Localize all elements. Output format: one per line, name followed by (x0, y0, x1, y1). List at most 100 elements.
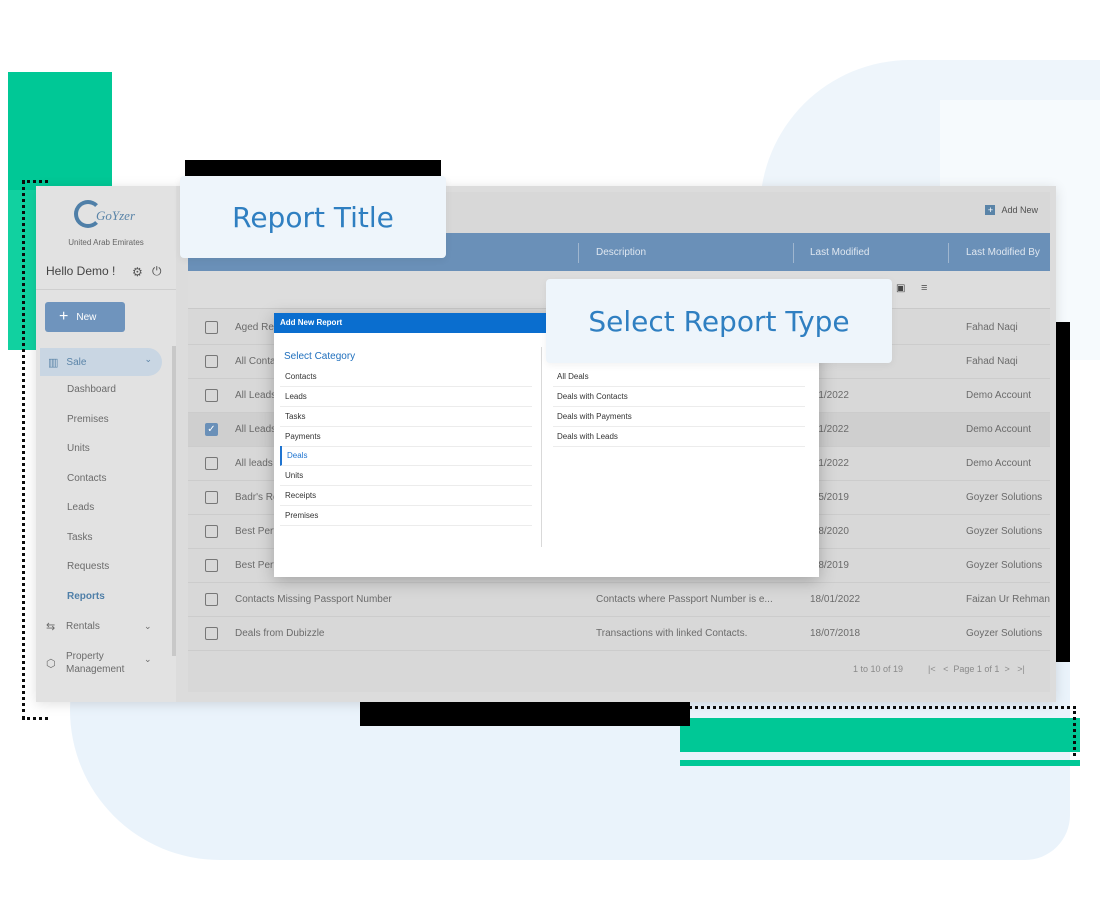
row-checkbox[interactable] (205, 627, 218, 640)
column-description[interactable]: Description (596, 247, 646, 258)
chevron-down-icon: ⌄ (144, 621, 152, 631)
column-last-modified[interactable]: Last Modified (810, 247, 869, 258)
next-page-button[interactable]: > (1004, 664, 1009, 674)
row-checkbox[interactable] (205, 593, 218, 606)
sidebar-item-label: Rentals (66, 621, 100, 632)
cell-title[interactable]: All Leads (235, 424, 276, 435)
report-type-deals-with-contacts[interactable]: Deals with Contacts (553, 387, 805, 407)
divider (36, 289, 176, 290)
select-report-type-callout: Select Report Type (546, 279, 892, 363)
category-heading: Select Category (284, 351, 356, 362)
handshake-icon: ⇆ (46, 621, 56, 633)
column-separator (578, 243, 579, 263)
cell-title[interactable]: All leads (235, 458, 273, 469)
row-checkbox[interactable] (205, 559, 218, 572)
cell-title[interactable]: Best Perf (235, 560, 276, 571)
cell-title[interactable]: Best Perf (235, 526, 276, 537)
decorative-block (360, 698, 690, 726)
decorative-line (680, 760, 1080, 766)
add-new-label: Add New (1001, 205, 1038, 215)
gear-icon[interactable]: ⚙ (132, 265, 143, 279)
plus-icon: + (985, 205, 996, 215)
cell-modified-by: Demo Account (966, 458, 1032, 469)
add-new-button[interactable]: + Add New (985, 205, 1038, 215)
category-item-units[interactable]: Units (280, 466, 532, 486)
cell-last-modified: 18/07/2018 (810, 628, 861, 639)
cell-modified-by: Goyzer Solutions (966, 492, 1043, 503)
sidebar-item-requests[interactable]: Requests (67, 561, 109, 572)
cell-title[interactable]: Deals from Dubizzle (235, 628, 324, 639)
category-item-payments[interactable]: Payments (280, 427, 532, 447)
record-count: 1 to 10 of 19 (853, 664, 904, 674)
sidebar-scrollbar[interactable] (172, 346, 176, 656)
plus-icon: + (59, 308, 69, 325)
pagination: 1 to 10 of 19 |< < Page 1 of 1 > >| (188, 654, 1050, 684)
category-item-deals[interactable]: Deals (280, 446, 532, 466)
greeting: Hello Demo ! (46, 264, 116, 278)
first-page-button[interactable]: |< (928, 664, 936, 674)
column-separator (948, 243, 949, 263)
sidebar-item-label: Sale (66, 356, 87, 368)
sidebar-item-label: Property Management (66, 651, 125, 675)
sidebar-item-sale[interactable]: ▥ Sale ⌄ (40, 348, 162, 376)
category-item-premises[interactable]: Premises (280, 506, 532, 526)
prev-page-button[interactable]: < (943, 664, 948, 674)
logo: GoYzer (74, 200, 144, 236)
cell-last-modified: 18/01/2022 (810, 594, 861, 605)
category-item-tasks[interactable]: Tasks (280, 407, 532, 427)
bar-chart-icon: ▥ (48, 356, 59, 369)
last-page-button[interactable]: >| (1017, 664, 1025, 674)
calendar-icon[interactable]: ▣ (896, 283, 905, 294)
divider (541, 347, 542, 547)
table-row[interactable]: Deals from Dubizzle Transactions with li… (188, 617, 1050, 651)
column-last-modified-by[interactable]: Last Modified By (966, 247, 1040, 258)
report-title-callout: Report Title (180, 176, 446, 258)
page-indicator: Page 1 of 1 (953, 664, 1000, 674)
sidebar-item-units[interactable]: Units (67, 443, 90, 454)
row-checkbox[interactable] (205, 525, 218, 538)
row-checkbox[interactable] (205, 491, 218, 504)
sidebar-item-premises[interactable]: Premises (67, 414, 109, 425)
decorative-dots (684, 706, 1076, 756)
cell-description: Contacts where Passport Number is e... (596, 594, 773, 605)
sidebar-item-property-management[interactable]: ⬡ Property Management ⌄ (46, 650, 152, 676)
cell-title[interactable]: All Conta (235, 356, 276, 367)
sidebar: GoYzer United Arab Emirates Hello Demo !… (36, 186, 176, 702)
sidebar-item-leads[interactable]: Leads (67, 502, 94, 513)
power-icon[interactable]: ⏻ (152, 264, 162, 279)
report-type-all-deals[interactable]: All Deals (553, 367, 805, 387)
decorative-block (1054, 322, 1070, 662)
chevron-down-icon: ⌄ (144, 354, 152, 364)
new-button[interactable]: + New (45, 302, 125, 332)
row-checkbox[interactable] (205, 355, 218, 368)
column-separator (793, 243, 794, 263)
cell-modified-by: Faizan Ur Rehman (966, 594, 1050, 605)
category-item-leads[interactable]: Leads (280, 387, 532, 407)
building-icon: ⬡ (46, 657, 56, 670)
report-type-deals-with-payments[interactable]: Deals with Payments (553, 407, 805, 427)
row-checkbox-checked[interactable]: ✓ (205, 423, 218, 436)
sidebar-item-reports[interactable]: Reports (67, 591, 105, 602)
cell-modified-by: Fahad Naqi (966, 322, 1018, 333)
sidebar-item-dashboard[interactable]: Dashboard (67, 384, 116, 395)
cell-title[interactable]: Contacts Missing Passport Number (235, 594, 392, 605)
cell-title[interactable]: Badr's Re (235, 492, 279, 503)
report-type-deals-with-leads[interactable]: Deals with Leads (553, 427, 805, 447)
cell-modified-by: Fahad Naqi (966, 356, 1018, 367)
cell-title[interactable]: All Leads (235, 390, 276, 401)
cell-modified-by: Goyzer Solutions (966, 560, 1043, 571)
sidebar-item-tasks[interactable]: Tasks (67, 532, 93, 543)
cell-title[interactable]: Aged Re (235, 322, 274, 333)
chevron-down-icon: ⌄ (144, 654, 152, 664)
row-checkbox[interactable] (205, 321, 218, 334)
sidebar-item-rentals[interactable]: ⇆ Rentals ⌄ (46, 620, 152, 633)
cell-modified-by: Goyzer Solutions (966, 526, 1043, 537)
row-checkbox[interactable] (205, 457, 218, 470)
sidebar-item-contacts[interactable]: Contacts (67, 473, 106, 484)
row-checkbox[interactable] (205, 389, 218, 402)
filter-icon[interactable]: ≡ (921, 282, 927, 294)
category-item-contacts[interactable]: Contacts (280, 367, 532, 387)
logo-text: GoYzer (96, 208, 136, 223)
category-item-receipts[interactable]: Receipts (280, 486, 532, 506)
table-row[interactable]: Contacts Missing Passport Number Contact… (188, 583, 1050, 617)
